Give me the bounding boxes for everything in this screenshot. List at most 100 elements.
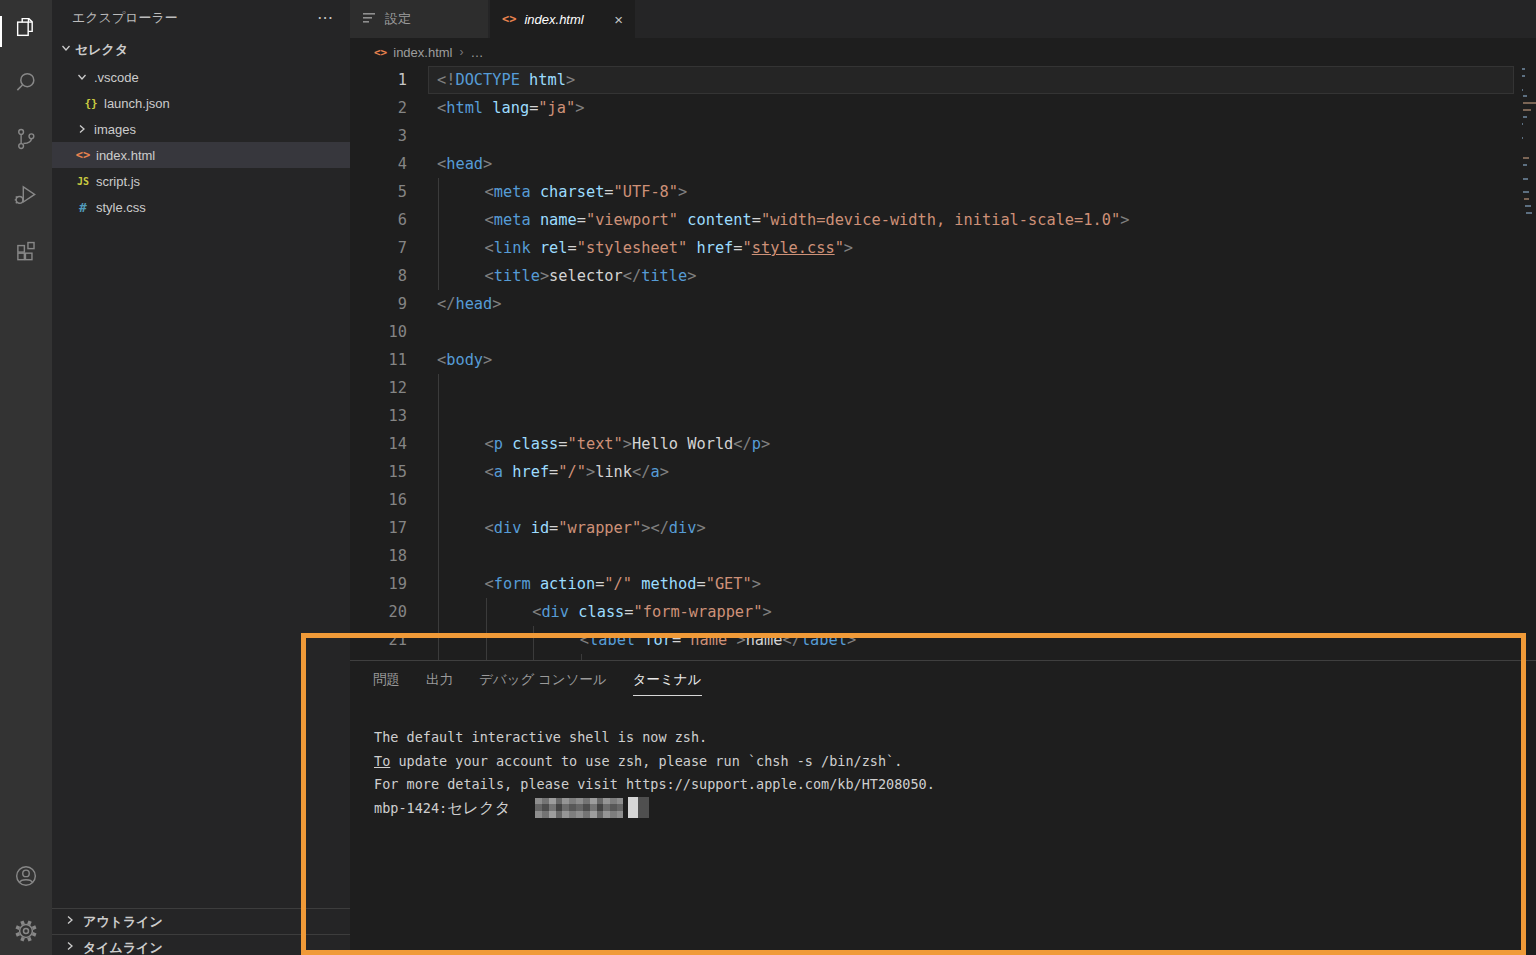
line-number: 9 [350, 290, 407, 318]
line-number: 2 [350, 94, 407, 122]
tab-label: 設定 [385, 10, 411, 28]
tree-item-style-css[interactable]: #style.css [52, 194, 350, 220]
panel-tab-output[interactable]: 出力 [426, 671, 453, 696]
minimap [1522, 66, 1536, 296]
chevron-right-icon [63, 939, 77, 955]
current-line-highlight [428, 66, 1514, 94]
minimap-line [1522, 68, 1525, 70]
close-icon[interactable]: × [614, 11, 623, 28]
line-number: 21 [350, 626, 407, 654]
terminal-line: For more details, please visit https://s… [374, 773, 935, 797]
code-text: <head> [437, 150, 492, 178]
code-text: <p class="text">Hello World</p> [437, 430, 770, 458]
indent-guide [438, 430, 439, 458]
minimap-line [1523, 102, 1536, 104]
breadcrumb[interactable]: <> index.html › … [350, 38, 1536, 66]
chevron-down-icon [59, 41, 73, 58]
code-line[interactable]: <link rel="stylesheet" href="style.css"> [437, 234, 853, 262]
tree-item-label: script.js [96, 174, 140, 189]
panel-tabs: 問題 出力 デバッグ コンソール ターミナル [350, 661, 1536, 696]
code-line[interactable]: <head> [437, 150, 492, 178]
tree-item-images[interactable]: images [52, 116, 350, 142]
terminal-cursor [628, 797, 638, 818]
code-line[interactable]: <meta charset="UTF-8"> [437, 178, 687, 206]
tab-settings[interactable]: 設定 [350, 0, 488, 38]
line-number: 4 [350, 150, 407, 178]
panel-tab-debug-console[interactable]: デバッグ コンソール [479, 671, 607, 696]
code-line[interactable]: <body> [437, 346, 492, 374]
code-line[interactable]: <p class="text">Hello World</p> [437, 430, 770, 458]
minimap-line [1523, 191, 1529, 193]
line-number: 7 [350, 234, 407, 262]
censored-text [535, 798, 623, 818]
tree-item-script-js[interactable]: JS script.js [52, 168, 350, 194]
tree-item-label: index.html [96, 148, 155, 163]
line-number: 3 [350, 122, 407, 150]
code-line[interactable]: <form action="/" method="GET"> [437, 570, 761, 598]
more-actions-icon[interactable]: ⋯ [317, 8, 334, 27]
code-line[interactable]: <div id="wrapper"></div> [437, 514, 706, 542]
code-line[interactable]: <label for="name">name</label> [437, 626, 856, 654]
sidebar-section-outline[interactable]: アウトライン [52, 908, 350, 934]
line-number: 8 [350, 262, 407, 290]
html-file-icon: <> [374, 46, 387, 59]
line-number: 16 [350, 486, 407, 514]
line-number: 1 [350, 66, 407, 94]
code-text: <div class="form-wrapper"> [437, 598, 772, 626]
panel-tab-problems[interactable]: 問題 [373, 671, 400, 696]
code-line[interactable]: <title>selector</title> [437, 262, 696, 290]
code-editor[interactable]: 1 <!DOCTYPE html> 2 <html lang="ja"> 34 <head… [350, 66, 1536, 660]
activity-source-control-icon[interactable] [0, 115, 52, 163]
code-line[interactable]: <html lang="ja"> [437, 94, 584, 122]
code-line[interactable]: <meta name="viewport" content="width=dev… [437, 206, 1129, 234]
indent-guide [438, 402, 439, 430]
indent-guide [438, 542, 439, 570]
code-text: <a href="/">link</a> [437, 458, 669, 486]
editor-area: 設定 <> index.html × <> index.html › … 1 <!… [350, 0, 1536, 955]
minimap-line [1524, 198, 1529, 200]
line-number: 11 [350, 346, 407, 374]
indent-guide [486, 598, 487, 626]
tab-index-html[interactable]: <> index.html × [490, 0, 635, 38]
sidebar-title: エクスプローラー [72, 9, 317, 27]
minimap-line [1523, 116, 1527, 118]
indent-guide [438, 626, 439, 654]
terminal[interactable]: The default interactive shell is now zsh… [374, 726, 935, 820]
activity-run-debug-icon[interactable] [0, 171, 52, 219]
code-line[interactable]: <a href="/">link</a> [437, 458, 669, 486]
sidebar-section-selector[interactable]: セレクタ [52, 35, 350, 64]
breadcrumb-file[interactable]: index.html [393, 45, 452, 60]
line-number: 10 [350, 318, 407, 346]
minimap-line [1523, 95, 1527, 97]
minimap-line [1523, 178, 1528, 180]
code-text: <meta charset="UTF-8"> [437, 178, 687, 206]
activity-settings-icon[interactable] [0, 907, 52, 955]
terminal-prompt-line: mbp-1424:セレクタ [374, 797, 935, 821]
minimap-line [1522, 89, 1523, 91]
censored-text-tail [638, 797, 649, 818]
line-number: 13 [350, 402, 407, 430]
sidebar-section-timeline[interactable]: タイムライン [52, 934, 350, 955]
activity-bar [0, 0, 52, 955]
code-line[interactable]: </head> [437, 290, 501, 318]
line-number: 15 [350, 458, 407, 486]
tab-label: index.html [524, 12, 583, 27]
activity-explorer-icon[interactable] [0, 3, 52, 51]
terminal-line: The default interactive shell is now zsh… [374, 726, 935, 750]
breadcrumb-more[interactable]: … [471, 45, 484, 60]
sidebar-bottom-sections: アウトラインタイムライン [52, 908, 350, 955]
tree-item-label: images [94, 122, 136, 137]
tree-item-index-html[interactable]: <>index.html [52, 142, 350, 168]
terminal-line: To update your account to use zsh, pleas… [374, 750, 935, 774]
js-file-icon: JS [74, 176, 92, 187]
indent-guide [438, 458, 439, 486]
activity-search-icon[interactable] [0, 59, 52, 107]
tree-item--vscode[interactable]: .vscode [52, 64, 350, 90]
code-line[interactable]: <div class="form-wrapper"> [437, 598, 772, 626]
indent-guide [533, 626, 534, 654]
panel-tab-terminal[interactable]: ターミナル [633, 671, 702, 696]
tree-item-launch-json[interactable]: {}launch.json [52, 90, 350, 116]
code-line[interactable]: <!DOCTYPE html> [437, 66, 575, 94]
activity-account-icon[interactable] [0, 852, 52, 900]
activity-extensions-icon[interactable] [0, 227, 52, 275]
